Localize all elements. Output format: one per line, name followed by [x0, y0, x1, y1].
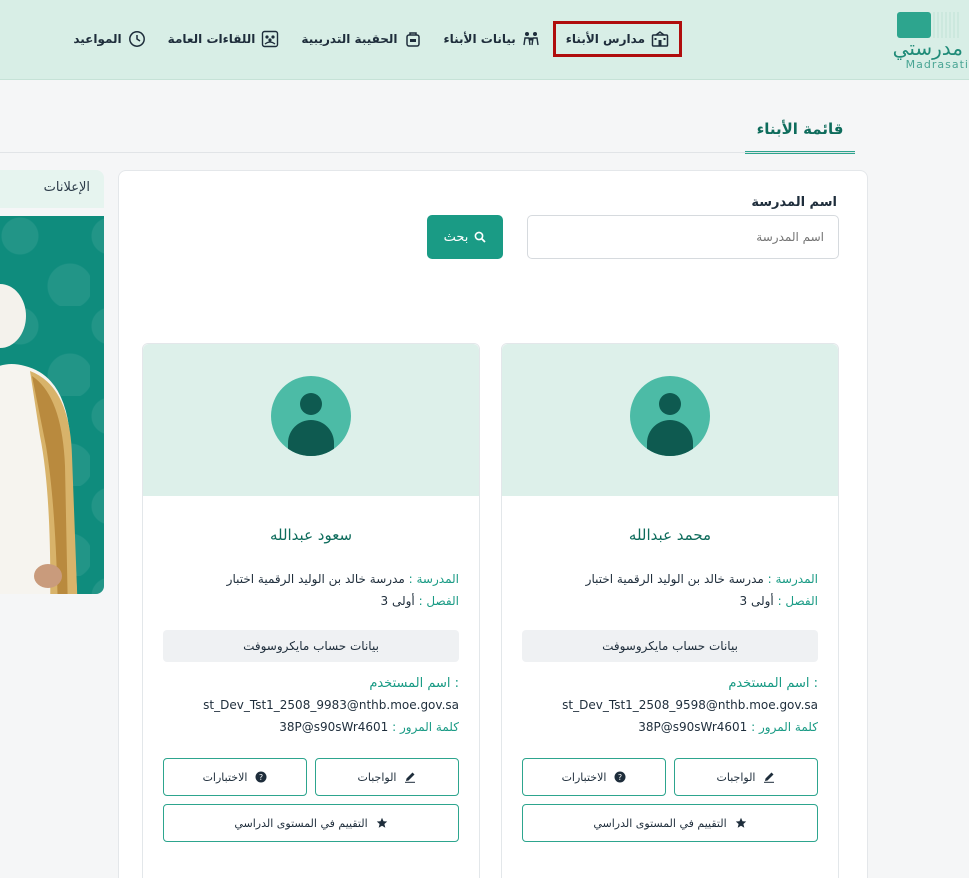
student-card-header: [143, 344, 479, 496]
school-search-input[interactable]: [527, 215, 839, 259]
exams-label: الاختبارات: [561, 770, 607, 784]
clock-icon: [128, 31, 145, 47]
class-value: أولى 3: [380, 594, 415, 608]
class-value: أولى 3: [739, 594, 774, 608]
bag-icon: [405, 32, 420, 47]
password-key: كلمة المرور :: [751, 720, 818, 734]
student-card: محمد عبدالله المدرسة : مدرسة خالد بن الو…: [501, 343, 839, 878]
madrasati-logo[interactable]: مدرستي Madrasati: [877, 8, 969, 74]
password-value: 38P@s90sWr4601: [638, 720, 748, 734]
school-value: مدرسة خالد بن الوليد الرقمية اختبار: [226, 572, 405, 586]
homework-button[interactable]: الواجبات: [315, 758, 459, 796]
avatar-icon: [630, 376, 710, 456]
star-icon: [735, 817, 746, 828]
username-value: st_Dev_Tst1_2508_9983@nthb.moe.gov.sa: [203, 698, 459, 712]
password-key: كلمة المرور :: [392, 720, 459, 734]
nav-item-label: اللقاءات العامة: [167, 32, 256, 46]
logo-pattern: [933, 12, 959, 38]
student-card: سعود عبدالله المدرسة : مدرسة خالد بن الو…: [142, 343, 480, 878]
meetings-icon: [262, 30, 279, 48]
logo-mark: [897, 12, 931, 38]
question-circle-icon: ?: [614, 771, 626, 783]
class-key: الفصل :: [418, 594, 459, 608]
logo-arabic-text: مدرستي: [892, 36, 963, 60]
logo-english-text: Madrasati: [905, 58, 969, 71]
homework-label: الواجبات: [357, 770, 397, 784]
microsoft-account-label: بيانات حساب مايكروسوفت: [522, 630, 818, 662]
student-class: الفصل : أولى 3: [740, 594, 819, 608]
student-school: المدرسة : مدرسة خالد بن الوليد الرقمية ا…: [227, 572, 459, 586]
pencil-icon: [764, 772, 775, 783]
school-icon: [651, 31, 669, 47]
class-key: الفصل :: [777, 594, 818, 608]
evaluation-button[interactable]: التقييم في المستوى الدراسي: [522, 804, 818, 842]
student-name: سعود عبدالله: [269, 526, 353, 544]
student-school: المدرسة : مدرسة خالد بن الوليد الرقمية ا…: [586, 572, 818, 586]
password-value: 38P@s90sWr4601: [279, 720, 389, 734]
homework-button[interactable]: الواجبات: [674, 758, 818, 796]
search-button[interactable]: بحث: [427, 215, 503, 259]
svg-text:?: ?: [618, 773, 622, 782]
children-list-card: اسم المدرسة بحث محمد عبدالله المدرسة : م…: [118, 170, 868, 878]
evaluation-label: التقييم في المستوى الدراسي: [234, 816, 368, 830]
nav-item-children-schools[interactable]: مدارس الأبناء: [552, 21, 683, 57]
avatar-icon: [271, 376, 351, 456]
student-name: محمد عبدالله: [628, 526, 712, 544]
exams-button[interactable]: ? الاختبارات: [522, 758, 666, 796]
school-key: المدرسة :: [767, 572, 818, 586]
search-label: اسم المدرسة: [751, 195, 837, 210]
school-value: مدرسة خالد بن الوليد الرقمية اختبار: [585, 572, 764, 586]
nav-item-label: بيانات الأبناء: [443, 32, 516, 46]
question-circle-icon: ?: [255, 771, 267, 783]
tab-divider: [0, 152, 855, 153]
username-value: st_Dev_Tst1_2508_9598@nthb.moe.gov.sa: [562, 698, 818, 712]
family-icon: [523, 32, 539, 46]
student-class: الفصل : أولى 3: [381, 594, 460, 608]
search-icon: [474, 231, 487, 243]
password-row: كلمة المرور : 38P@s90sWr4601: [638, 720, 818, 734]
nav-item-label: مدارس الأبناء: [565, 32, 645, 46]
username-key: اسم المستخدم :: [728, 676, 818, 691]
search-button-label: بحث: [443, 229, 469, 245]
ads-tab[interactable]: الإعلانات: [0, 170, 104, 208]
tab-children-list[interactable]: قائمة الأبناء: [745, 112, 855, 154]
top-navbar: مدرستي Madrasati مدارس الأبناء بيانات ال…: [0, 0, 969, 80]
evaluation-button[interactable]: التقييم في المستوى الدراسي: [163, 804, 459, 842]
ads-person-image: [0, 284, 78, 594]
evaluation-label: التقييم في المستوى الدراسي: [593, 816, 727, 830]
student-card-header: [502, 344, 838, 496]
ads-banner[interactable]: [0, 216, 104, 594]
username-key: اسم المستخدم :: [369, 676, 459, 691]
password-row: كلمة المرور : 38P@s90sWr4601: [279, 720, 459, 734]
svg-text:?: ?: [259, 773, 263, 782]
pencil-icon: [405, 772, 416, 783]
microsoft-account-label: بيانات حساب مايكروسوفت: [163, 630, 459, 662]
nav-item-label: الحقيبة التدريبية: [301, 32, 398, 46]
school-key: المدرسة :: [408, 572, 459, 586]
main-nav: مدارس الأبناء بيانات الأبناء الحقيبة الت…: [67, 21, 683, 57]
star-icon: [376, 817, 387, 828]
homework-label: الواجبات: [716, 770, 756, 784]
nav-item-label: المواعيد: [73, 32, 122, 46]
nav-item-children-data[interactable]: بيانات الأبناء: [438, 24, 546, 54]
exams-label: الاختبارات: [202, 770, 248, 784]
nav-item-public-meetings[interactable]: اللقاءات العامة: [162, 24, 286, 54]
nav-item-appointments[interactable]: المواعيد: [67, 24, 151, 54]
nav-item-training-bag[interactable]: الحقيبة التدريبية: [295, 24, 427, 54]
exams-button[interactable]: ? الاختبارات: [163, 758, 307, 796]
